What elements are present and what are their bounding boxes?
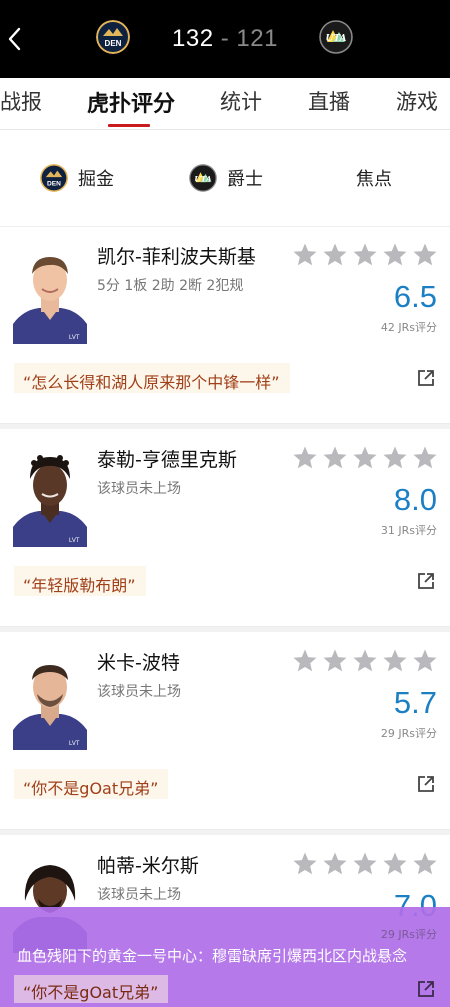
- news-overlay-banner[interactable]: 29 JRs评分 血色残阳下的黄金一号中心：穆雷缺席引爆西北区内战悬念 “你不是…: [0, 907, 450, 1007]
- star-icon[interactable]: [412, 851, 438, 877]
- top-comment[interactable]: “你不是gOat兄弟”: [14, 975, 169, 1003]
- svg-text:DEN: DEN: [47, 180, 61, 187]
- star-icon[interactable]: [382, 242, 408, 268]
- svg-text:LVT: LVT: [69, 335, 80, 341]
- share-icon[interactable]: [416, 368, 436, 388]
- player-avatar: LVT: [13, 650, 87, 750]
- top-comment[interactable]: “怎么长得和湖人原来那个中锋一样”: [14, 363, 290, 393]
- player-avatar: LVT: [13, 244, 87, 344]
- player-rating-score: 8.0: [393, 482, 437, 517]
- star-icon[interactable]: [352, 648, 378, 674]
- filter-focus[interactable]: 焦点: [356, 162, 392, 194]
- star-icon[interactable]: [412, 242, 438, 268]
- away-score: 121: [236, 25, 278, 52]
- back-arrow-icon[interactable]: [4, 22, 28, 56]
- star-icon[interactable]: [292, 242, 318, 268]
- rating-count: 29 JRs评分: [380, 727, 437, 740]
- top-comment[interactable]: “你不是gOat兄弟”: [14, 769, 169, 799]
- filter-label: 爵士: [227, 169, 263, 190]
- star-icon[interactable]: [352, 445, 378, 471]
- top-comment[interactable]: “年轻版勒布朗”: [14, 566, 146, 596]
- player-stat-line: 5分 1板 2助 2断 2犯规: [97, 278, 244, 294]
- rating-stars[interactable]: [292, 445, 438, 471]
- player-stat-line: 该球员未上场: [97, 684, 181, 700]
- filter-label: 掘金: [78, 169, 114, 190]
- star-icon[interactable]: [322, 648, 348, 674]
- star-icon[interactable]: [412, 648, 438, 674]
- player-name: 泰勒-亨德里克斯: [97, 449, 237, 471]
- svg-text:UTA: UTA: [325, 34, 346, 44]
- star-icon[interactable]: [322, 242, 348, 268]
- star-icon[interactable]: [292, 445, 318, 471]
- tab-stats[interactable]: 统计: [220, 86, 262, 116]
- tab-games[interactable]: 游戏: [396, 86, 438, 116]
- svg-text:LVT: LVT: [69, 538, 80, 544]
- player-stat-line: 该球员未上场: [97, 887, 181, 903]
- star-icon[interactable]: [352, 851, 378, 877]
- star-icon[interactable]: [292, 851, 318, 877]
- tab-live[interactable]: 直播: [308, 86, 350, 116]
- rating-stars[interactable]: [292, 242, 438, 268]
- filter-label: 焦点: [356, 169, 392, 190]
- star-icon[interactable]: [322, 851, 348, 877]
- share-icon[interactable]: [416, 571, 436, 591]
- tab-report[interactable]: 战报: [0, 86, 42, 116]
- player-avatar: LVT: [13, 447, 87, 547]
- star-icon[interactable]: [382, 851, 408, 877]
- player-name: 帕蒂-米尔斯: [97, 855, 199, 877]
- card-separator: [0, 626, 450, 632]
- nuggets-logo-icon[interactable]: DEN: [96, 20, 130, 54]
- score-separator: -: [220, 25, 230, 52]
- banner-headline[interactable]: 血色残阳下的黄金一号中心：穆雷缺席引爆西北区内战悬念: [17, 945, 407, 966]
- rating-count: 42 JRs评分: [380, 321, 437, 334]
- player-card[interactable]: LVT 米卡-波特 该球员未上场 5.7 29 JRs评分 “你不是gOat兄弟…: [0, 633, 450, 835]
- card-separator: [0, 423, 450, 429]
- share-icon[interactable]: [416, 774, 436, 794]
- nuggets-logo-icon: DEN: [40, 164, 68, 192]
- svg-text:DEN: DEN: [105, 39, 122, 48]
- filter-jazz[interactable]: UTA 爵士: [189, 162, 263, 194]
- star-icon[interactable]: [292, 648, 318, 674]
- player-rating-score: 6.5: [393, 279, 437, 314]
- tab-hupu-rating[interactable]: 虎扑评分: [87, 86, 175, 118]
- player-name: 凯尔-菲利波夫斯基: [97, 246, 256, 268]
- player-card[interactable]: LVT 泰勒-亨德里克斯 该球员未上场 8.0 31 JRs评分 “年轻版勒布朗…: [0, 430, 450, 632]
- rating-stars[interactable]: [292, 851, 438, 877]
- player-stat-line: 该球员未上场: [97, 481, 181, 497]
- jazz-logo-icon[interactable]: UTA: [319, 20, 353, 54]
- rating-count: 31 JRs评分: [380, 524, 437, 537]
- star-icon[interactable]: [322, 445, 348, 471]
- jazz-logo-icon: UTA: [189, 164, 217, 192]
- game-score: 132 - 121: [150, 25, 300, 53]
- star-icon[interactable]: [352, 242, 378, 268]
- rating-count: 29 JRs评分: [380, 928, 437, 941]
- player-card[interactable]: LVT 凯尔-菲利波夫斯基 5分 1板 2助 2断 2犯规 6.5 42 JRs…: [0, 227, 450, 429]
- star-icon[interactable]: [382, 648, 408, 674]
- svg-text:UTA: UTA: [194, 174, 212, 183]
- card-separator: [0, 829, 450, 835]
- share-icon[interactable]: [416, 979, 436, 999]
- home-score: 132: [172, 25, 214, 52]
- player-rating-score: 5.7: [393, 685, 437, 720]
- svg-text:LVT: LVT: [69, 741, 80, 747]
- active-tab-indicator: [108, 124, 150, 127]
- star-icon[interactable]: [382, 445, 408, 471]
- filter-nuggets[interactable]: DEN 掘金: [40, 162, 114, 194]
- team-filter: DEN 掘金 UTA 爵士 焦点: [0, 130, 450, 227]
- score-header: DEN 132 - 121 UTA: [0, 0, 450, 78]
- star-icon[interactable]: [412, 445, 438, 471]
- main-tabs: 战报 虎扑评分 统计 直播 游戏: [0, 78, 450, 130]
- rating-stars[interactable]: [292, 648, 438, 674]
- player-name: 米卡-波特: [97, 652, 180, 674]
